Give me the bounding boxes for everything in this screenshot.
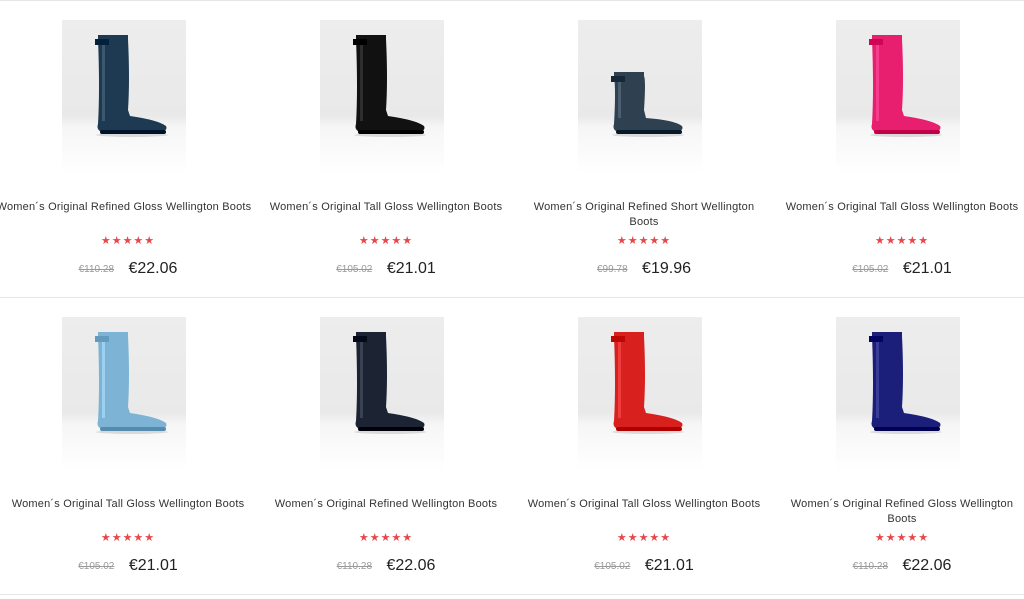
boot-image [353,332,426,434]
price-block: €105.02 €21.01 [774,260,1024,278]
rating-stars: ★★★★★ [358,235,414,247]
old-price: €105.02 [594,560,631,572]
product-card[interactable]: Women´s Original Tall Gloss Wellington B… [0,297,256,593]
boot-buckle [869,39,883,45]
boot-buckle [611,336,625,342]
boot-shape [871,332,941,429]
boot-sole [874,130,940,134]
old-price: €99.78 [597,263,628,275]
product-card[interactable]: Women´s Original Tall Gloss Wellington B… [516,297,772,593]
product-card[interactable]: Women´s Original Refined Short Wellingto… [516,0,772,296]
product-card[interactable]: Women´s Original Refined Wellington Boot… [258,297,514,593]
sale-price: €22.06 [386,557,436,574]
boot-image [353,35,426,137]
row-divider [0,594,1024,595]
old-price: €105.02 [852,263,889,275]
boot-image [95,35,168,137]
rating-stars: ★★★★★ [874,532,930,544]
price-block: €110.28 €22.06 [0,260,256,278]
boot-image [95,332,168,434]
rating-stars: ★★★★★ [616,532,672,544]
product-card[interactable]: Women´s Original Refined Gloss Wellingto… [774,297,1024,593]
product-title[interactable]: Women´s Original Refined Gloss Wellingto… [778,497,1024,527]
sale-price: €21.01 [386,260,436,277]
boot-shape [97,332,167,429]
sale-price: €21.01 [902,260,952,277]
boot-buckle [353,39,367,45]
boot-buckle [353,336,367,342]
sale-price: €19.96 [642,260,691,277]
sale-price: €21.01 [128,557,178,574]
product-grid: Women´s Original Refined Gloss Wellingto… [0,0,1024,599]
product-image[interactable] [320,317,444,471]
boot-shape [871,35,941,132]
price-block: €105.02 €21.01 [516,557,772,575]
rating-stars: ★★★★★ [100,532,156,544]
boot-highlight [102,338,105,418]
product-title[interactable]: Women´s Original Tall Gloss Wellington B… [262,200,510,215]
product-title[interactable]: Women´s Original Refined Short Wellingto… [520,200,768,230]
boot-highlight [360,41,363,121]
price-block: €105.02 €21.01 [0,557,256,575]
boot-highlight [102,41,105,121]
product-title[interactable]: Women´s Original Tall Gloss Wellington B… [520,497,768,512]
product-image[interactable] [836,20,960,174]
old-price: €110.28 [852,560,888,572]
sale-price: €22.06 [128,260,178,277]
boot-buckle [611,76,625,82]
product-title[interactable]: Women´s Original Tall Gloss Wellington B… [778,200,1024,215]
price-block: €110.28 €22.06 [258,557,514,575]
boot-image [869,332,942,434]
product-image[interactable] [62,20,186,174]
boot-sole [100,427,166,431]
product-image[interactable] [578,20,702,174]
old-price: €105.02 [78,560,115,572]
boot-shape [355,35,425,132]
boot-sole [616,130,682,134]
product-title[interactable]: Women´s Original Tall Gloss Wellington B… [4,497,252,512]
sale-price: €22.06 [902,557,952,574]
boot-buckle [95,39,109,45]
boot-image [869,35,942,137]
price-block: €105.02 €21.01 [258,260,514,278]
boot-buckle [95,336,109,342]
boot-shape [613,332,683,429]
rating-stars: ★★★★★ [358,532,414,544]
old-price: €105.02 [336,263,373,275]
boot-shape [97,35,167,132]
boot-sole [100,130,166,134]
price-block: €99.78 €19.96 [516,260,772,278]
product-card[interactable]: Women´s Original Refined Gloss Wellingto… [0,0,256,296]
rating-stars: ★★★★★ [616,235,672,247]
boot-shape [355,332,425,429]
boot-buckle [869,336,883,342]
sale-price: €21.01 [644,557,694,574]
boot-highlight [618,78,621,118]
product-title[interactable]: Women´s Original Refined Wellington Boot… [262,497,510,512]
boot-highlight [360,338,363,418]
boot-highlight [876,338,879,418]
product-image[interactable] [320,20,444,174]
rating-stars: ★★★★★ [100,235,156,247]
product-image[interactable] [578,317,702,471]
price-block: €110.28 €22.06 [774,557,1024,575]
product-image[interactable] [836,317,960,471]
product-card[interactable]: Women´s Original Tall Gloss Wellington B… [774,0,1024,296]
product-title[interactable]: Women´s Original Refined Gloss Wellingto… [0,200,252,215]
boot-sole [358,427,424,431]
rating-stars: ★★★★★ [874,235,930,247]
boot-image [611,332,684,434]
boot-sole [358,130,424,134]
product-card[interactable]: Women´s Original Tall Gloss Wellington B… [258,0,514,296]
boot-image [611,72,684,137]
boot-highlight [876,41,879,121]
old-price: €110.28 [78,263,114,275]
boot-highlight [618,338,621,418]
old-price: €110.28 [336,560,372,572]
boot-sole [874,427,940,431]
boot-sole [616,427,682,431]
product-image[interactable] [62,317,186,471]
